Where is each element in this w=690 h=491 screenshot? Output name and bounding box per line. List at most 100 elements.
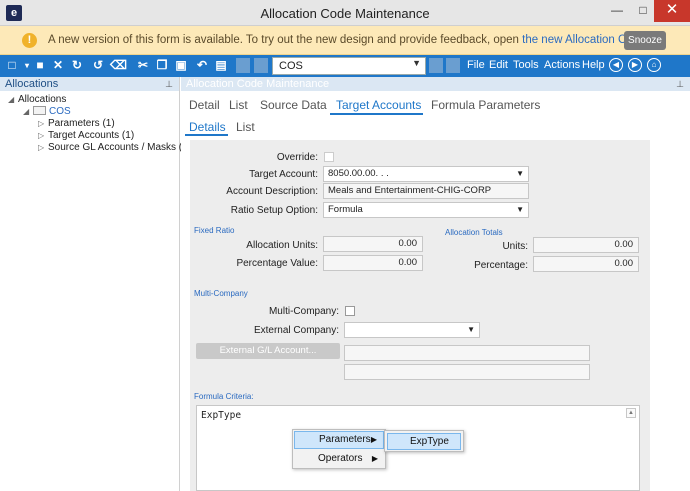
ratio-setup-value: Formula [328,204,363,215]
tab-list[interactable]: List [229,98,248,112]
menu-item-operators-label: Operators [318,453,363,464]
override-label: Override: [276,152,318,163]
target-account-field[interactable]: 8050.00.00. . . ▼ [323,166,529,182]
banner-message: A new version of this form is available.… [48,34,523,46]
collapse-triangle-icon: ◢ [23,107,30,116]
warning-icon: ! [22,33,37,48]
undo-arrow-icon[interactable]: ↶ [195,58,209,73]
menu-item-parameters-label: Parameters [319,434,371,445]
menu-file[interactable]: File [467,59,485,71]
toolbar: □ ▾ ■ ✕ ↻ ↺ ⌫ ✂ ❐ ▣ ↶ ▤ COS ▼ File Edit … [0,55,690,77]
override-checkbox[interactable] [324,152,334,162]
expand-triangle-icon: ▷ [38,131,45,140]
pin-icon[interactable]: ⊥ [676,77,684,91]
account-description-label: Account Description: [226,186,318,197]
units-field: 0.00 [533,237,639,253]
ratio-setup-select[interactable]: Formula ▼ [323,202,529,218]
back-icon[interactable]: ◀ [609,58,623,72]
cut-icon[interactable]: ✂ [136,58,150,73]
document-icon [33,106,46,115]
clear-icon[interactable]: ⌫ [110,58,127,73]
subtab-list[interactable]: List [236,120,255,134]
multi-company-section: Multi-Company [194,289,248,298]
previous-record-icon[interactable] [254,58,268,73]
window-title: Allocation Code Maintenance [260,6,430,21]
parameters-submenu: ExpType [384,430,464,452]
tab-source-data[interactable]: Source Data [260,98,327,112]
new-icon[interactable]: □ [5,58,19,73]
main-header-label: Allocation Code Maintenance [186,78,330,90]
account-description-field: Meals and Entertainment-CHIG-CORP [323,183,529,199]
delete-icon[interactable]: ✕ [51,58,65,73]
menu-actions[interactable]: Actions [544,59,580,71]
percentage-value-field[interactable]: 0.00 [323,255,423,271]
tree-node-label: Target Accounts (1) [48,130,135,141]
tree-panel: Allocations ⊥ ◢ Allocations ◢ COS ▷ Paramet… [0,77,191,491]
tree-node-cos[interactable]: ◢ COS [23,106,71,117]
refresh-icon[interactable]: ↻ [70,58,84,73]
chevron-down-icon: ▼ [516,205,524,214]
multi-company-label: Multi-Company: [268,306,339,317]
tab-detail[interactable]: Detail [189,98,220,112]
dropdown-arrow-icon[interactable]: ▾ [20,58,34,73]
tree-node-target-accounts[interactable]: ▷ Target Accounts (1) [38,130,134,141]
menu-tools[interactable]: Tools [513,59,539,71]
subtab-details[interactable]: Details [189,120,226,134]
last-record-icon[interactable] [446,58,460,73]
minimize-button[interactable]: — [604,0,630,22]
scroll-up-icon[interactable]: ▲ [626,408,636,418]
print-icon[interactable]: ▤ [214,58,228,73]
menu-item-operators[interactable]: Operators ▶ [294,450,384,468]
record-combo[interactable]: COS ▼ [272,57,426,75]
main-header: Allocation Code Maintenance ⊥ [181,77,690,91]
tab-target-accounts[interactable]: Target Accounts [336,98,421,112]
chevron-down-icon: ▼ [412,58,421,68]
pin-icon[interactable]: ⊥ [165,77,173,91]
percentage-label: Percentage: [474,260,528,271]
ratio-setup-label: Ratio Setup Option: [230,205,318,216]
expand-triangle-icon: ▷ [38,119,45,128]
tree-node-parameters[interactable]: ▷ Parameters (1) [38,118,115,129]
chevron-down-icon: ▼ [467,325,475,334]
update-banner: ! A new version of this form is availabl… [0,26,690,55]
active-subtab-underline [185,134,228,136]
context-menu: Parameters ▶ Operators ▶ [292,429,386,469]
home-icon[interactable]: ⌂ [647,58,661,72]
record-combo-value: COS [279,60,303,72]
external-company-label: External Company: [253,325,339,336]
tree-node-source-gl[interactable]: ▷ Source GL Accounts / Masks (1) [38,142,191,153]
banner-text: A new version of this form is available.… [48,34,646,46]
menu-edit[interactable]: Edit [489,59,508,71]
close-button[interactable]: ✕ [654,0,690,22]
formula-criteria-section: Formula Criteria: [194,392,254,401]
allocation-units-label: Allocation Units: [246,240,318,251]
external-gl-description-field [344,364,590,380]
tree-node-label: Source GL Accounts / Masks (1) [48,142,192,153]
chevron-down-icon: ▼ [516,169,524,178]
menu-help[interactable]: Help [582,59,605,71]
external-gl-account-button[interactable]: External G/L Account... [196,343,340,359]
title-bar: e Allocation Code Maintenance — □ ✕ [0,0,690,26]
snooze-button[interactable]: Snooze [624,31,666,50]
first-record-icon[interactable] [236,58,250,73]
external-company-select[interactable]: ▼ [344,322,480,338]
tab-formula-parameters[interactable]: Formula Parameters [431,98,540,112]
next-record-icon[interactable] [429,58,443,73]
forward-icon[interactable]: ▶ [628,58,642,72]
expand-triangle-icon: ▷ [38,143,45,152]
percentage-field: 0.00 [533,256,639,272]
tree-root[interactable]: ◢ Allocations [8,94,66,105]
external-gl-account-field [344,345,590,361]
allocation-units-field[interactable]: 0.00 [323,236,423,252]
submenu-item-exptype[interactable]: ExpType [387,433,461,450]
menu-item-parameters[interactable]: Parameters ▶ [294,431,384,449]
paste-icon[interactable]: ▣ [174,58,188,73]
multi-company-checkbox[interactable] [345,306,355,316]
submenu-arrow-icon: ▶ [370,435,377,444]
save-icon[interactable]: ■ [33,58,47,73]
maximize-button[interactable]: □ [630,0,656,22]
copy-icon[interactable]: ❐ [155,58,169,73]
tree-root-label: Allocations [18,94,67,105]
collapse-triangle-icon: ◢ [8,95,15,104]
undo-icon[interactable]: ↺ [91,58,105,73]
